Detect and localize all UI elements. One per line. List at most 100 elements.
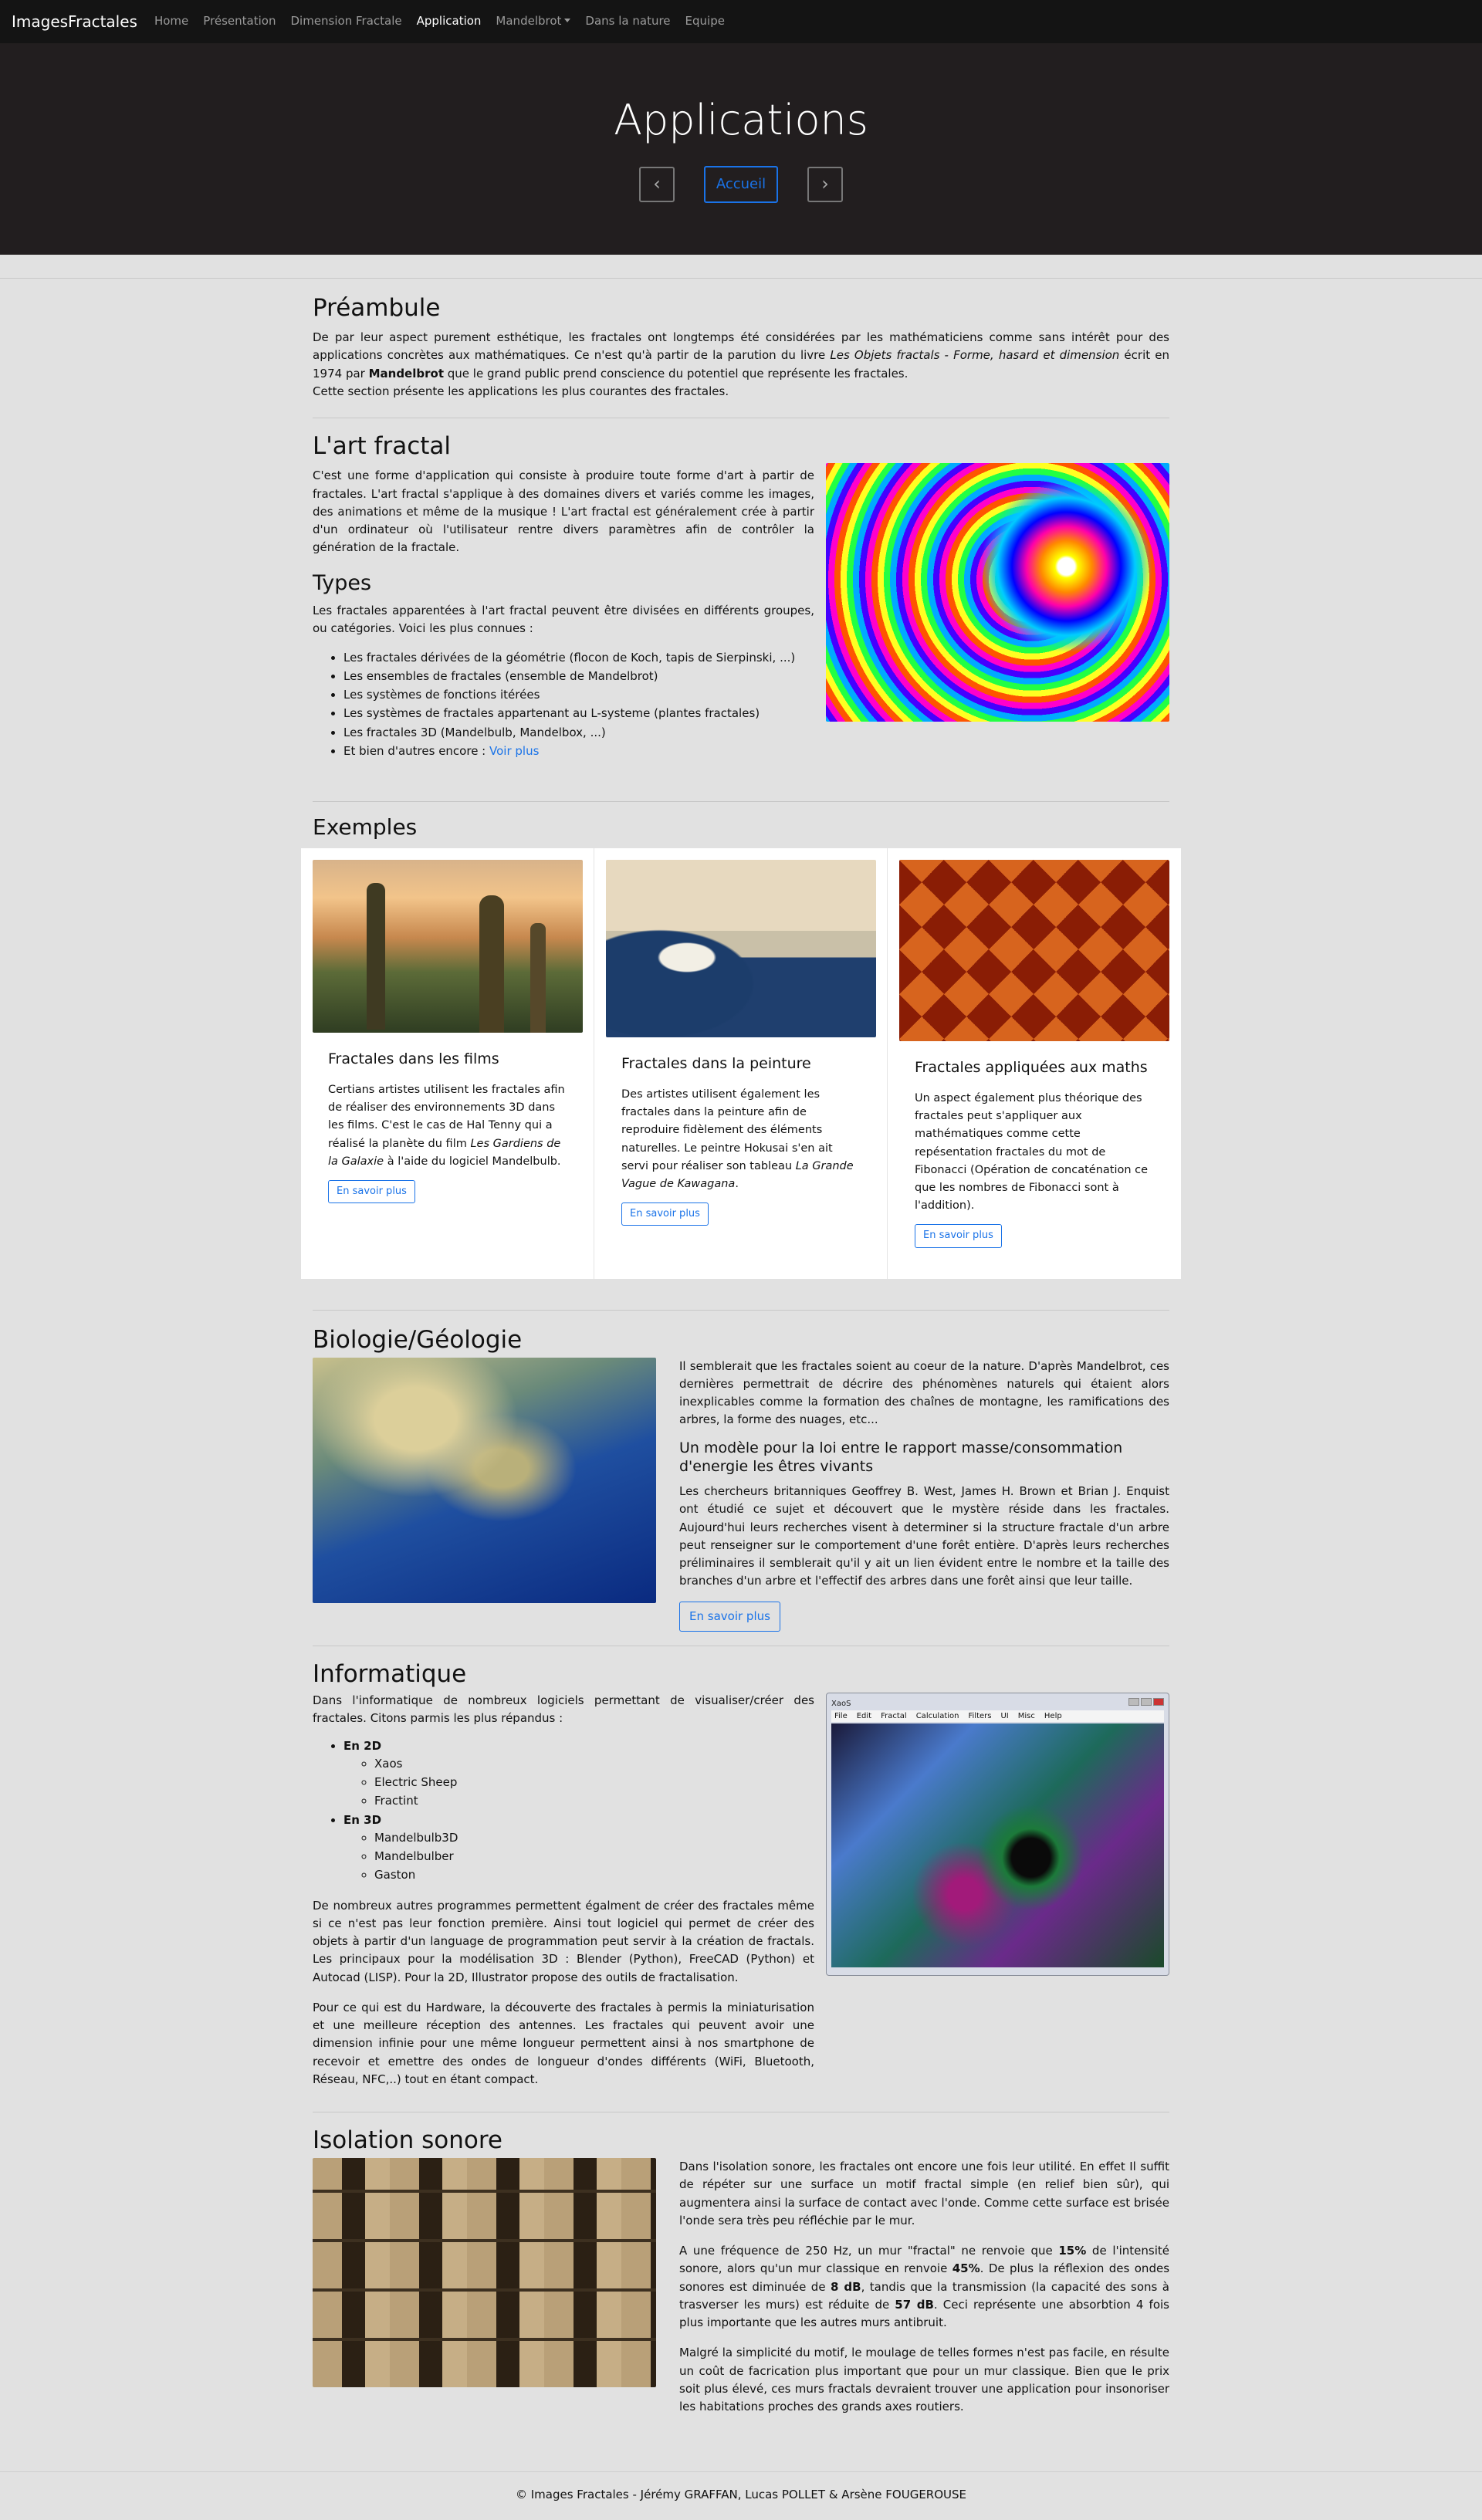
card-title: Fractales appliquées aux maths — [915, 1058, 1148, 1076]
section-title: Biologie/Géologie — [313, 1325, 523, 1354]
nav-dans-la-nature[interactable]: Dans la nature — [585, 12, 670, 30]
text: A une fréquence de 250 Hz, un mur "fract… — [679, 2244, 1059, 2258]
card-text: Certians artistes utilisent les fractale… — [328, 1081, 567, 1171]
section-preambule: Préambule De par leur aspect purement es… — [313, 294, 1169, 401]
aerial-coastline-image — [313, 1357, 656, 1603]
sound-row: Dans l'isolation sonore, les fractales o… — [313, 2158, 1169, 2416]
info-text-column: Informatique Dans l'informatique de nomb… — [313, 1660, 814, 2089]
group-label: En 2D — [343, 1738, 382, 1753]
maximize-icon — [1141, 1698, 1152, 1706]
en-savoir-plus-button[interactable]: En savoir plus — [328, 1179, 415, 1204]
caret-down-icon — [564, 19, 571, 23]
list-item: En 2D Xaos Electric Sheep Fractint — [343, 1737, 814, 1811]
bio-paragraph: Il semblerait que les fractales soient a… — [679, 1358, 1169, 1427]
info-image-column: XaoS File Edit Fractal Calculation Filte… — [826, 1660, 1169, 2089]
list-item: Fractint — [374, 1792, 814, 1810]
card-films: Fractales dans les films Certians artist… — [301, 847, 594, 1279]
close-icon — [1153, 1698, 1164, 1706]
value: 8 dB — [831, 2279, 861, 2294]
types-title: Types — [313, 570, 372, 595]
art-text-column: L'art fractal C'est une forme d'applicat… — [313, 432, 814, 761]
group-label: En 3D — [343, 1812, 382, 1827]
voir-plus-link[interactable]: Voir plus — [489, 744, 539, 758]
xaos-titlebar: XaoS — [831, 1698, 1164, 1710]
card-text: Un aspect également plus théorique des f… — [915, 1092, 1149, 1213]
value: 15% — [1058, 2244, 1087, 2258]
text: que le grand public prend conscience du … — [443, 366, 908, 381]
list-item: Les fractales 3D (Mandelbulb, Mandelbox,… — [343, 724, 814, 742]
chevron-right-icon: › — [821, 173, 829, 195]
sound-paragraph-2: A une fréquence de 250 Hz, un mur "fract… — [679, 2242, 1169, 2332]
en-savoir-plus-button[interactable]: En savoir plus — [915, 1224, 1002, 1248]
nav-mandelbrot-dropdown[interactable]: Mandelbrot — [496, 12, 571, 30]
main-content: Préambule De par leur aspect purement es… — [301, 294, 1181, 2416]
fibonacci-fractal-image — [899, 859, 1169, 1041]
next-page-button[interactable]: › — [807, 166, 843, 202]
list-item: Et bien d'autres encore : Voir plus — [343, 742, 814, 760]
value: 57 dB — [895, 2297, 934, 2312]
divider — [313, 801, 1169, 803]
art-image-column — [826, 432, 1169, 761]
types-paragraph: Les fractales apparentées à l'art fracta… — [313, 604, 814, 636]
navbar: ImagesFractales Home Présentation Dimens… — [0, 0, 1482, 43]
card-body: Fractales appliquées aux maths Un aspect… — [899, 1057, 1169, 1248]
xaos-menu-item: Misc — [1017, 1711, 1035, 1720]
author-name: Mandelbrot — [368, 366, 444, 381]
book-title: Les Objets fractals - Forme, hasard et d… — [830, 348, 1120, 363]
xaos-window-title: XaoS — [831, 1700, 851, 1709]
en-savoir-plus-button[interactable]: En savoir plus — [621, 1202, 709, 1226]
value: 45% — [952, 2261, 980, 2276]
card-body: Fractales dans les films Certians artist… — [313, 1048, 582, 1204]
info-intro: Dans l'informatique de nombreux logiciel… — [313, 1693, 814, 1726]
xaos-menu-item: File — [834, 1711, 848, 1720]
text: . — [735, 1177, 739, 1190]
xaos-menu-item: Edit — [856, 1711, 872, 1720]
xaos-menu-item: Help — [1044, 1711, 1062, 1720]
list-item: Electric Sheep — [374, 1774, 814, 1791]
xaos-menu-item: Filters — [968, 1711, 992, 1720]
nav-dimension-fractale[interactable]: Dimension Fractale — [290, 12, 401, 30]
text: à l'aide du logiciel Mandelbulb. — [384, 1155, 561, 1168]
brand-link[interactable]: ImagesFractales — [12, 10, 137, 34]
card-title: Fractales dans la peinture — [621, 1054, 811, 1072]
hero: Applications ‹ Accueil › — [0, 43, 1482, 255]
home-button[interactable]: Accueil — [704, 165, 778, 203]
hero-navigation: ‹ Accueil › — [0, 165, 1482, 203]
info-row: Informatique Dans l'informatique de nomb… — [313, 1660, 1169, 2089]
section-title: Exemples — [313, 814, 418, 841]
sound-image-column — [313, 2158, 656, 2416]
sound-paragraph-3: Malgré la simplicité du motif, le moulag… — [679, 2346, 1169, 2414]
card-text: Des artistes utilisent également les fra… — [621, 1086, 860, 1193]
minimize-icon — [1128, 1698, 1139, 1706]
software-sublist: Mandelbulb3D Mandelbulber Gaston — [343, 1829, 814, 1885]
list-item: Mandelbulber — [374, 1848, 814, 1865]
xaos-menu-item: Calculation — [915, 1711, 959, 1720]
software-list: En 2D Xaos Electric Sheep Fractint En 3D… — [313, 1737, 814, 1885]
nav-mandelbrot-label: Mandelbrot — [496, 14, 562, 29]
bio-subtitle: Un modèle pour la loi entre le rapport m… — [679, 1439, 1123, 1476]
page-title: Applications — [614, 96, 868, 144]
nav-presentation[interactable]: Présentation — [203, 12, 276, 30]
bio-row: Il semblerait que les fractales soient a… — [313, 1357, 1169, 1632]
prev-page-button[interactable]: ‹ — [639, 166, 675, 202]
nav-home[interactable]: Home — [154, 12, 188, 30]
art-paragraph: C'est une forme d'application qui consis… — [313, 468, 814, 555]
examples-cards: Fractales dans les films Certians artist… — [301, 847, 1181, 1279]
info-paragraph-3: Pour ce qui est du Hardware, la découver… — [313, 2000, 814, 2086]
en-savoir-plus-button[interactable]: En savoir plus — [679, 1601, 780, 1632]
card-body: Fractales dans la peinture Des artistes … — [606, 1053, 875, 1226]
types-list: Les fractales dérivées de la géométrie (… — [313, 649, 814, 761]
divider — [313, 1309, 1169, 1311]
list-item: Les fractales dérivées de la géométrie (… — [343, 649, 814, 667]
nav-application[interactable]: Application — [417, 12, 482, 30]
card-title: Fractales dans les films — [328, 1050, 499, 1067]
section-exemples: Exemples Fractales dans les films Certia… — [301, 814, 1181, 1279]
bio-image-column — [313, 1357, 656, 1632]
nav-equipe[interactable]: Equipe — [685, 12, 725, 30]
list-item: Les systèmes de fractales appartenant au… — [343, 705, 814, 722]
xaos-menu-item: Fractal — [881, 1711, 907, 1720]
section-art-fractal: L'art fractal C'est une forme d'applicat… — [313, 432, 1169, 761]
list-item: Xaos — [374, 1755, 814, 1773]
section-title: Isolation sonore — [313, 2126, 502, 2154]
preambule-paragraph-2: Cette section présente les applications … — [313, 384, 729, 398]
